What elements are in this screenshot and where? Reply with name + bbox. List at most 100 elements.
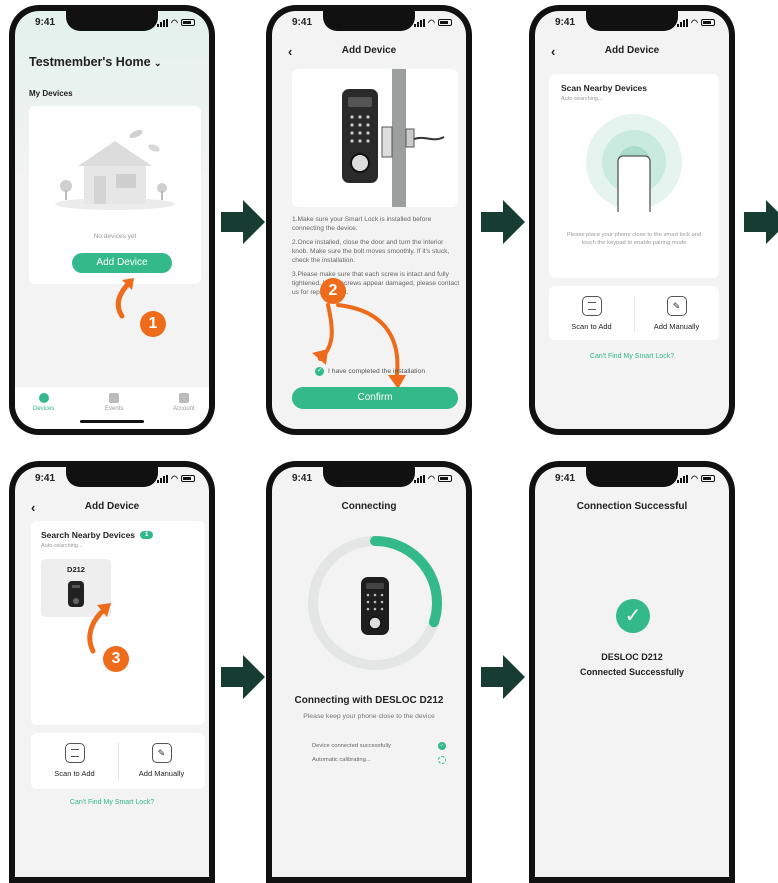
signal-icon — [677, 474, 689, 483]
spinner-icon — [438, 756, 446, 764]
status-bar: 9:41 ◠ — [272, 473, 466, 487]
check-circle-icon: ✓ — [438, 742, 446, 750]
count-badge: 1 — [140, 531, 154, 539]
back-icon[interactable]: ‹ — [288, 45, 292, 59]
connection-progress-ring — [308, 536, 442, 670]
add-options-card: Scan to Add ✎ Add Manually — [31, 733, 205, 789]
instruction-1: 1.Make sure your Smart Lock is installed… — [292, 216, 432, 232]
status-bar: 9:41 ◠ — [15, 17, 209, 31]
cant-find-link[interactable]: Can't Find My Smart Lock? — [535, 353, 729, 360]
tab-events[interactable]: Events — [105, 393, 123, 412]
flow-arrow-icon — [221, 200, 265, 244]
home-selector[interactable]: Testmember's Home ⌄ — [29, 55, 162, 69]
success-check-icon: ✓ — [616, 599, 650, 633]
scan-to-add-tile[interactable]: Scan to Add — [549, 296, 634, 331]
tab-label: Devices — [33, 406, 55, 412]
account-icon — [178, 393, 189, 403]
status-bar: 9:41 ◠ — [15, 473, 209, 487]
phone-screen-6: 9:41 ◠ Connection Successful ✓ DESLOC D2… — [529, 461, 735, 883]
page-title: Add Device — [604, 45, 660, 56]
progress-step-1: Device connected successfully ✓ — [312, 742, 446, 750]
checkbox-checked-icon[interactable]: ✓ — [315, 367, 324, 376]
chevron-down-icon: ⌄ — [154, 58, 162, 68]
signal-icon — [677, 18, 689, 27]
device-name: D212 — [67, 565, 85, 574]
devices-icon — [38, 393, 49, 403]
connecting-subtitle: Please keep your phone close to the devi… — [303, 713, 435, 720]
nav-bar: ‹ Add Device — [15, 501, 209, 519]
card-title: Scan Nearby Devices — [561, 83, 647, 93]
flow-arrow-icon — [221, 655, 265, 699]
tab-devices[interactable]: Devices — [33, 393, 54, 412]
tab-label: Events — [105, 406, 124, 412]
flow-arrow-icon — [481, 655, 525, 699]
add-device-button[interactable]: Add Device — [72, 253, 172, 273]
page-title: Add Device — [84, 501, 140, 512]
instruction-3: 3.Please make sure that each screw is in… — [292, 271, 460, 296]
battery-icon — [181, 19, 195, 26]
home-indicator — [80, 420, 144, 423]
success-message: Connected Successfully — [579, 667, 685, 677]
step-label: Device connected successfully — [312, 743, 391, 749]
wifi-icon: ◠ — [171, 474, 178, 483]
page-title: Connection Successful — [576, 501, 688, 512]
scan-to-add-tile[interactable]: Scan to Add — [31, 743, 118, 778]
scan-to-add-label: Scan to Add — [571, 322, 612, 331]
pencil-icon: ✎ — [666, 296, 687, 316]
status-time: 9:41 — [35, 17, 56, 28]
status-time: 9:41 — [555, 17, 576, 28]
card-title: Search Nearby Devices — [41, 530, 136, 540]
section-title: My Devices — [29, 89, 73, 98]
wifi-icon: ◠ — [428, 474, 435, 483]
tab-label: Account — [173, 406, 195, 412]
phone-screen-3: 9:41 ◠ ‹ Add Device Scan Nearby Devices … — [529, 5, 735, 435]
wifi-icon: ◠ — [428, 18, 435, 27]
cant-find-link[interactable]: Can't Find My Smart Lock? — [15, 799, 209, 806]
flow-arrow-icon — [481, 200, 525, 244]
home-title: Testmember's Home — [29, 55, 151, 69]
add-manually-tile[interactable]: ✎ Add Manually — [118, 743, 205, 778]
step-label: Automatic calibrating... — [312, 757, 371, 763]
pencil-icon: ✎ — [151, 743, 172, 763]
signal-icon — [414, 18, 426, 27]
status-bar: 9:41 ◠ — [535, 473, 729, 487]
signal-icon — [157, 18, 169, 27]
back-icon[interactable]: ‹ — [551, 45, 555, 59]
status-time: 9:41 — [555, 473, 576, 484]
scan-icon — [64, 743, 85, 763]
scan-card: Scan Nearby Devices Auto-searching... Pl… — [549, 74, 719, 278]
battery-icon — [438, 475, 452, 482]
connecting-heading: Connecting with DESLOC D212 — [294, 695, 444, 706]
add-options-card: Scan to Add ✎ Add Manually — [549, 286, 719, 340]
nav-bar: Connecting — [272, 501, 466, 519]
step-badge: 3 — [103, 646, 129, 672]
status-time: 9:41 — [35, 473, 56, 484]
tab-account[interactable]: Account — [173, 393, 195, 412]
wifi-icon: ◠ — [691, 474, 698, 483]
step-badge: 1 — [140, 311, 166, 337]
page-title: Connecting — [341, 501, 397, 512]
card-subtitle: Auto-searching... — [561, 96, 603, 102]
wifi-icon: ◠ — [171, 18, 178, 27]
phone-screen-1: 9:41 ◠ Testmember's Home ⌄ My Devices No… — [9, 5, 215, 435]
phone-screen-2: 9:41 ◠ ‹ Add Device 1.Make sure your Sma… — [266, 5, 472, 435]
back-icon[interactable]: ‹ — [31, 501, 35, 515]
pairing-hint: Please place your phone close to the sma… — [566, 232, 702, 246]
instruction-2: 2.Once installed, close the door and tur… — [292, 239, 450, 264]
instructions: 1.Make sure your Smart Lock is installed… — [292, 215, 460, 297]
progress-step-2: Automatic calibrating... — [312, 756, 446, 764]
confirm-button[interactable]: Confirm — [292, 387, 458, 409]
signal-icon — [414, 474, 426, 483]
status-bar: 9:41 ◠ — [272, 17, 466, 31]
status-bar: 9:41 ◠ — [535, 17, 729, 31]
tab-bar: Devices Events Account — [15, 387, 209, 429]
scan-icon — [581, 296, 602, 316]
phone-scan-illustration — [586, 114, 682, 212]
add-manually-tile[interactable]: ✎ Add Manually — [634, 296, 719, 331]
signal-icon — [157, 474, 169, 483]
installation-checkbox-row[interactable]: ✓ I have completed the installation — [315, 367, 425, 376]
nav-bar: Connection Successful — [535, 501, 729, 519]
empty-house-illustration — [55, 129, 175, 210]
curved-arrow-icon — [312, 303, 406, 389]
battery-icon — [701, 19, 715, 26]
